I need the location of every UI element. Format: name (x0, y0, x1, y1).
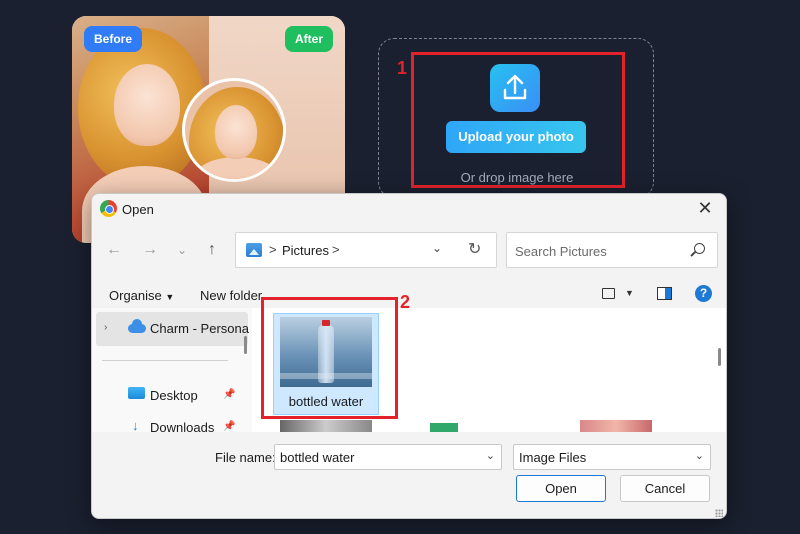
cloud-icon (128, 319, 146, 333)
file-name-field-label: File name: (215, 450, 276, 465)
sidebar-item-desktop[interactable]: Desktop (150, 388, 198, 403)
back-arrow-icon[interactable]: ← (104, 241, 124, 259)
chevron-down-icon: ▼ (165, 292, 175, 302)
preview-pane-icon[interactable] (657, 287, 672, 300)
chevron-down-icon[interactable]: ⌄ (486, 449, 495, 462)
view-options-chevron-icon[interactable]: ▼ (625, 288, 634, 298)
annotation-number-1: 1 (397, 58, 408, 78)
dialog-titlebar: Open ✕ (92, 194, 726, 224)
breadcrumb-pictures[interactable]: Pictures (282, 243, 329, 258)
close-icon[interactable]: ✕ (694, 198, 716, 219)
file-thumbnail-partial[interactable] (280, 420, 372, 432)
sidebar-divider (102, 360, 228, 361)
dialog-title: Open (122, 202, 154, 217)
annotation-number-2: 2 (400, 292, 411, 312)
before-badge: Before (84, 26, 143, 52)
new-folder-button[interactable]: New folder (200, 288, 262, 303)
annotation-box-2 (261, 297, 398, 419)
sidebar-item-label: Charm - Persona (150, 321, 249, 336)
after-badge: After (284, 26, 333, 52)
sidebar-scrollbar[interactable] (244, 336, 247, 354)
up-arrow-icon[interactable]: ↑ (202, 241, 222, 259)
download-icon: ↓ (132, 418, 139, 432)
search-icon[interactable] (694, 243, 705, 254)
file-name-input[interactable]: bottled water ⌄ (274, 444, 502, 470)
search-placeholder: Search Pictures (515, 244, 607, 259)
file-thumbnail-partial[interactable] (430, 423, 458, 432)
pin-icon: 📌 (223, 389, 236, 400)
breadcrumb-separator-trailing[interactable]: > (332, 242, 340, 257)
file-name-value: bottled water (280, 450, 355, 465)
file-type-value: Image Files (519, 450, 587, 465)
after-preview-circle (182, 78, 286, 182)
resize-grip-icon[interactable] (715, 509, 723, 517)
navigation-pane: › Charm - Persona Desktop 📌 ↓ Downloads … (92, 308, 252, 432)
organise-label: Organise (109, 288, 162, 303)
sidebar-item-downloads[interactable]: Downloads (150, 420, 214, 432)
file-list-scrollbar[interactable] (718, 348, 721, 366)
help-icon[interactable]: ? (695, 285, 712, 302)
browser-app-icon (100, 200, 117, 217)
forward-arrow-icon[interactable]: → (140, 241, 160, 259)
refresh-icon[interactable]: ↻ (468, 239, 481, 259)
expand-chevron-icon[interactable]: › (104, 322, 107, 333)
pin-icon: 📌 (223, 421, 236, 432)
annotation-box-1 (411, 52, 625, 188)
navigation-bar: ← → ⌄ ↑ > Pictures > ⌄ ↻ Search Pictures (92, 232, 726, 272)
open-button[interactable]: Open (516, 475, 606, 502)
search-box[interactable]: Search Pictures (506, 232, 718, 268)
change-view-icon[interactable] (602, 288, 615, 299)
chevron-down-icon[interactable]: ⌄ (695, 449, 704, 462)
file-thumbnail-partial[interactable] (580, 420, 652, 432)
organise-menu[interactable]: Organise ▼ (109, 288, 174, 303)
open-file-dialog: Open ✕ ← → ⌄ ↑ > Pictures > ⌄ ↻ Search P… (91, 193, 727, 519)
address-bar[interactable]: > Pictures > ⌄ ↻ (235, 232, 497, 268)
cancel-button[interactable]: Cancel (620, 475, 710, 502)
breadcrumb-separator: > (269, 242, 277, 257)
pictures-folder-icon (246, 243, 262, 257)
file-type-select[interactable]: Image Files ⌄ (513, 444, 711, 470)
address-dropdown-chevron-icon[interactable]: ⌄ (432, 241, 442, 255)
dialog-footer: File name: bottled water ⌄ Image Files ⌄… (92, 432, 726, 518)
desktop-icon (128, 387, 145, 399)
recent-locations-chevron-icon[interactable]: ⌄ (172, 243, 192, 257)
